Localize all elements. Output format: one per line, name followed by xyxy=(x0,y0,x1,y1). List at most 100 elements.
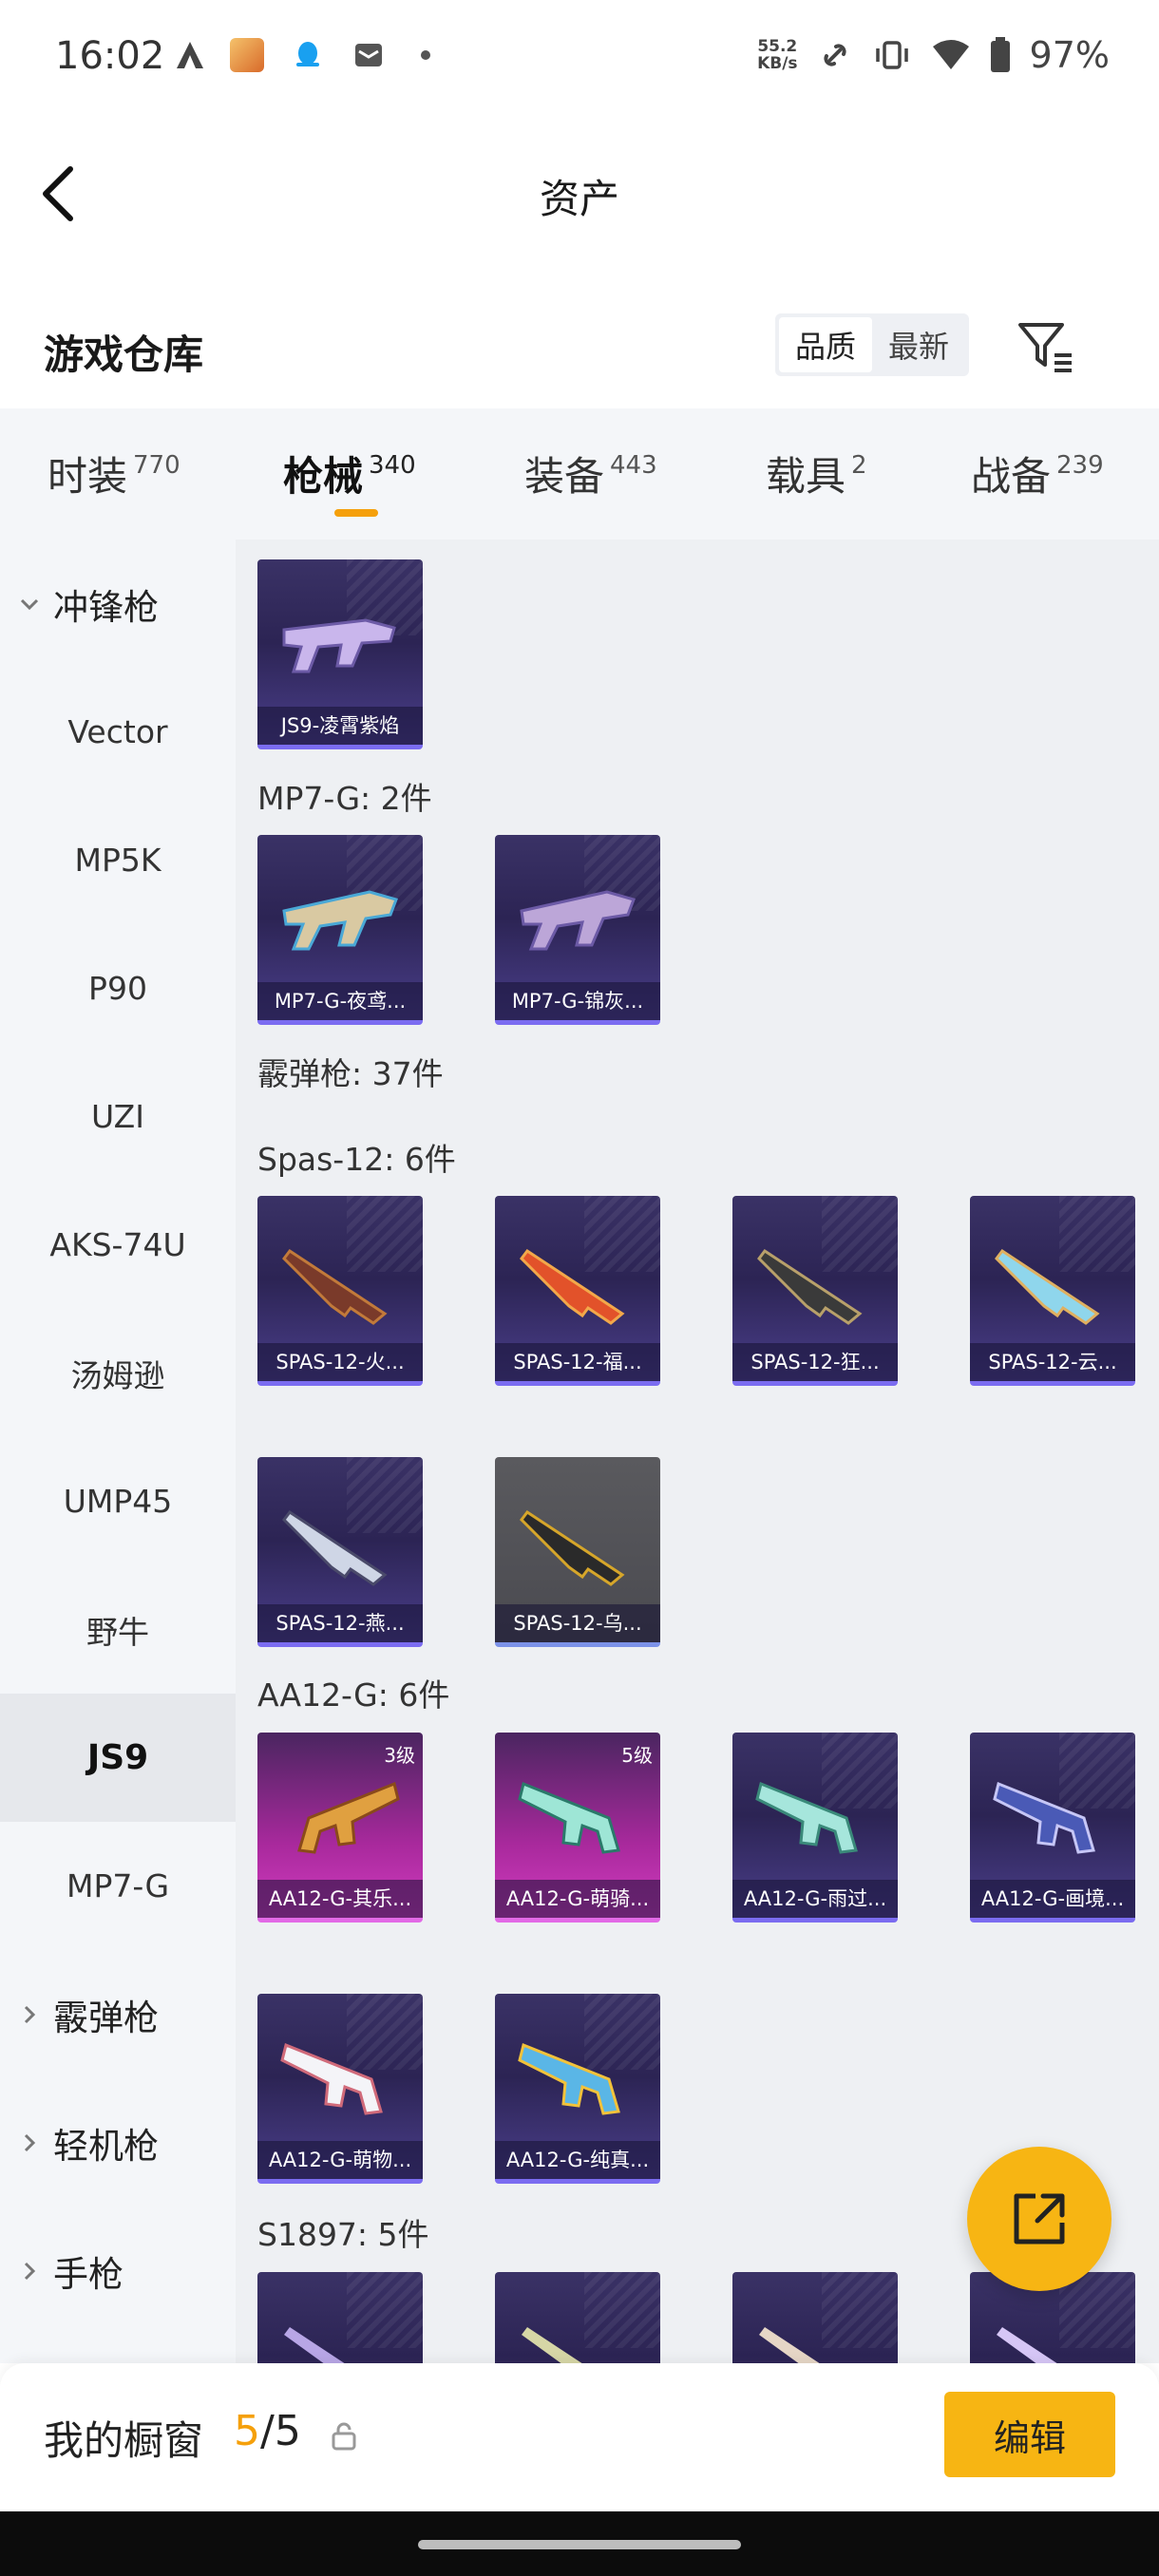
rifle-skin-icon xyxy=(297,1781,400,1854)
smg-skin-icon xyxy=(520,890,636,951)
weapon-card[interactable]: 5级 AA12-G-萌骑... xyxy=(495,1733,660,1923)
sidebar-item-vector[interactable]: Vector xyxy=(0,668,236,796)
chevron-right-icon xyxy=(24,2262,36,2280)
weapon-card[interactable]: SPAS-12-狂... xyxy=(732,1196,898,1386)
tab-supplies[interactable]: 战备 239 xyxy=(971,445,1104,502)
group-label-mp7: MP7-G: 2件 xyxy=(257,780,432,817)
rifle-skin-icon xyxy=(755,1781,858,1854)
shotgun-skin-icon xyxy=(282,1248,388,1325)
sidebar-group-pistol[interactable]: 手枪 xyxy=(0,2207,236,2335)
sidebar-item-label: Vector xyxy=(67,713,168,750)
smg-skin-icon xyxy=(282,618,396,673)
tab-label: 时装 xyxy=(48,453,128,500)
group-label-aa12: AA12-G: 6件 xyxy=(257,1676,450,1714)
tab-label: 装备 xyxy=(524,453,605,500)
lock-icon xyxy=(332,2422,356,2451)
sidebar-group-lmg[interactable]: 轻机枪 xyxy=(0,2078,236,2207)
card-name: MP7-G-锦灰... xyxy=(495,982,660,1020)
tab-weapons[interactable]: 枪械 340 xyxy=(283,445,416,502)
sidebar-item-uzi[interactable]: UZI xyxy=(0,1052,236,1181)
speed-value: 55.2 xyxy=(757,37,798,56)
weapon-card[interactable]: SPAS-12-燕... xyxy=(257,1457,423,1647)
showcase-current: 5 xyxy=(234,2407,260,2455)
shotgun-skin-icon xyxy=(995,1248,1100,1325)
link-icon xyxy=(824,44,846,66)
home-handle[interactable] xyxy=(418,2540,741,2549)
card-level-badge: 3级 xyxy=(384,1744,415,1767)
card-name: SPAS-12-乌... xyxy=(495,1604,660,1642)
screen: 16:02 55.2 KB/s 97% 资产 游戏仓库 品质 最新 时装 770… xyxy=(0,0,1159,2576)
sidebar-item-label: P90 xyxy=(88,970,147,1007)
system-nav-bar xyxy=(0,2511,1159,2576)
sidebar-item-mp5k[interactable]: MP5K xyxy=(0,796,236,924)
weapon-card[interactable]: SPAS-12-乌... xyxy=(495,1457,660,1647)
weapon-card[interactable]: 3级 AA12-G-其乐... xyxy=(257,1733,423,1923)
showcase-total: /5 xyxy=(260,2407,301,2455)
sidebar-item-label: UMP45 xyxy=(63,1483,173,1520)
section-title: 游戏仓库 xyxy=(44,331,204,378)
sidebar-group-shotgun[interactable]: 霰弹枪 xyxy=(0,1950,236,2078)
showcase-count: 5/5 xyxy=(234,2407,301,2455)
active-tab-indicator xyxy=(334,509,378,517)
sidebar-item-js9[interactable]: JS9 xyxy=(0,1694,236,1822)
weapon-card[interactable]: SPAS-12-云... xyxy=(970,1196,1135,1386)
chevron-right-icon xyxy=(24,2133,36,2151)
sidebar-item-thompson[interactable]: 汤姆逊 xyxy=(0,1309,236,1437)
weapon-card[interactable]: MP7-G-夜鸢... xyxy=(257,835,423,1025)
category-tabs: 时装 770 枪械 340 装备 443 载具 2 战备 239 xyxy=(0,408,1159,540)
rifle-skin-icon xyxy=(993,1781,1095,1854)
shotgun-skin-icon xyxy=(520,1509,625,1586)
sidebar-item-label: UZI xyxy=(91,1098,144,1135)
sort-quality-button[interactable]: 品质 xyxy=(779,317,872,372)
tab-count: 770 xyxy=(133,451,180,480)
status-time: 16:02 xyxy=(55,34,165,78)
card-level-badge: 5级 xyxy=(621,1744,653,1767)
sidebar-item-p90[interactable]: P90 xyxy=(0,924,236,1052)
showcase-bar: 我的橱窗 5/5 编辑 xyxy=(0,2363,1159,2511)
weapon-card[interactable]: SPAS-12-火... xyxy=(257,1196,423,1386)
card-name: SPAS-12-福... xyxy=(495,1343,660,1381)
card-name: AA12-G-雨过... xyxy=(732,1880,898,1918)
share-fab-button[interactable] xyxy=(967,2147,1112,2291)
tab-count: 2 xyxy=(851,451,867,480)
sort-newest-button[interactable]: 最新 xyxy=(872,317,965,372)
external-link-icon xyxy=(1014,2193,1065,2245)
tab-count: 340 xyxy=(369,451,416,480)
sidebar-group-smg[interactable]: 冲锋枪 xyxy=(0,540,236,668)
weapon-card[interactable]: SPAS-12-福... xyxy=(495,1196,660,1386)
tab-equipment[interactable]: 装备 443 xyxy=(524,445,657,502)
sidebar-item-bizon[interactable]: 野牛 xyxy=(0,1565,236,1694)
weapon-card[interactable]: JS9-凌霄紫焰 xyxy=(257,559,423,749)
rifle-skin-icon xyxy=(518,1781,620,1854)
weapon-card[interactable]: AA12-G-雨过... xyxy=(732,1733,898,1923)
chevron-right-icon xyxy=(24,2005,36,2023)
sidebar-item-label: 手枪 xyxy=(53,2253,124,2295)
card-name: AA12-G-萌骑... xyxy=(495,1880,660,1918)
card-name: AA12-G-纯真... xyxy=(495,2141,660,2179)
sort-toggle: 品质 最新 xyxy=(775,313,969,376)
card-name: SPAS-12-云... xyxy=(970,1343,1135,1381)
vibrate-icon xyxy=(875,41,908,69)
network-speed: 55.2 KB/s xyxy=(757,38,797,72)
sidebar-item-label: 轻机枪 xyxy=(53,2125,159,2167)
smg-skin-icon xyxy=(282,890,398,951)
tab-count: 239 xyxy=(1056,451,1104,480)
tab-label: 载具 xyxy=(766,453,846,500)
edit-button[interactable]: 编辑 xyxy=(944,2392,1115,2477)
tab-fashion[interactable]: 时装 770 xyxy=(48,445,180,502)
filter-icon[interactable] xyxy=(1013,313,1077,378)
tab-label: 枪械 xyxy=(283,453,364,500)
sidebar-item-aks74u[interactable]: AKS-74U xyxy=(0,1181,236,1309)
sidebar-item-ump45[interactable]: UMP45 xyxy=(0,1437,236,1565)
weapon-card[interactable]: AA12-G-纯真... xyxy=(495,1994,660,2184)
wifi-icon xyxy=(932,40,969,69)
weapon-card[interactable]: AA12-G-画境... xyxy=(970,1733,1135,1923)
game-app-icon xyxy=(230,38,264,72)
tab-vehicles[interactable]: 载具 2 xyxy=(766,445,867,502)
weapon-card[interactable]: MP7-G-锦灰... xyxy=(495,835,660,1025)
card-name: JS9-凌霄紫焰 xyxy=(257,707,423,745)
qq-icon xyxy=(296,42,319,66)
weapon-card[interactable]: AA12-G-萌物... xyxy=(257,1994,423,2184)
card-name: MP7-G-夜鸢... xyxy=(257,982,423,1020)
sidebar-item-mp7g[interactable]: MP7-G xyxy=(0,1822,236,1950)
